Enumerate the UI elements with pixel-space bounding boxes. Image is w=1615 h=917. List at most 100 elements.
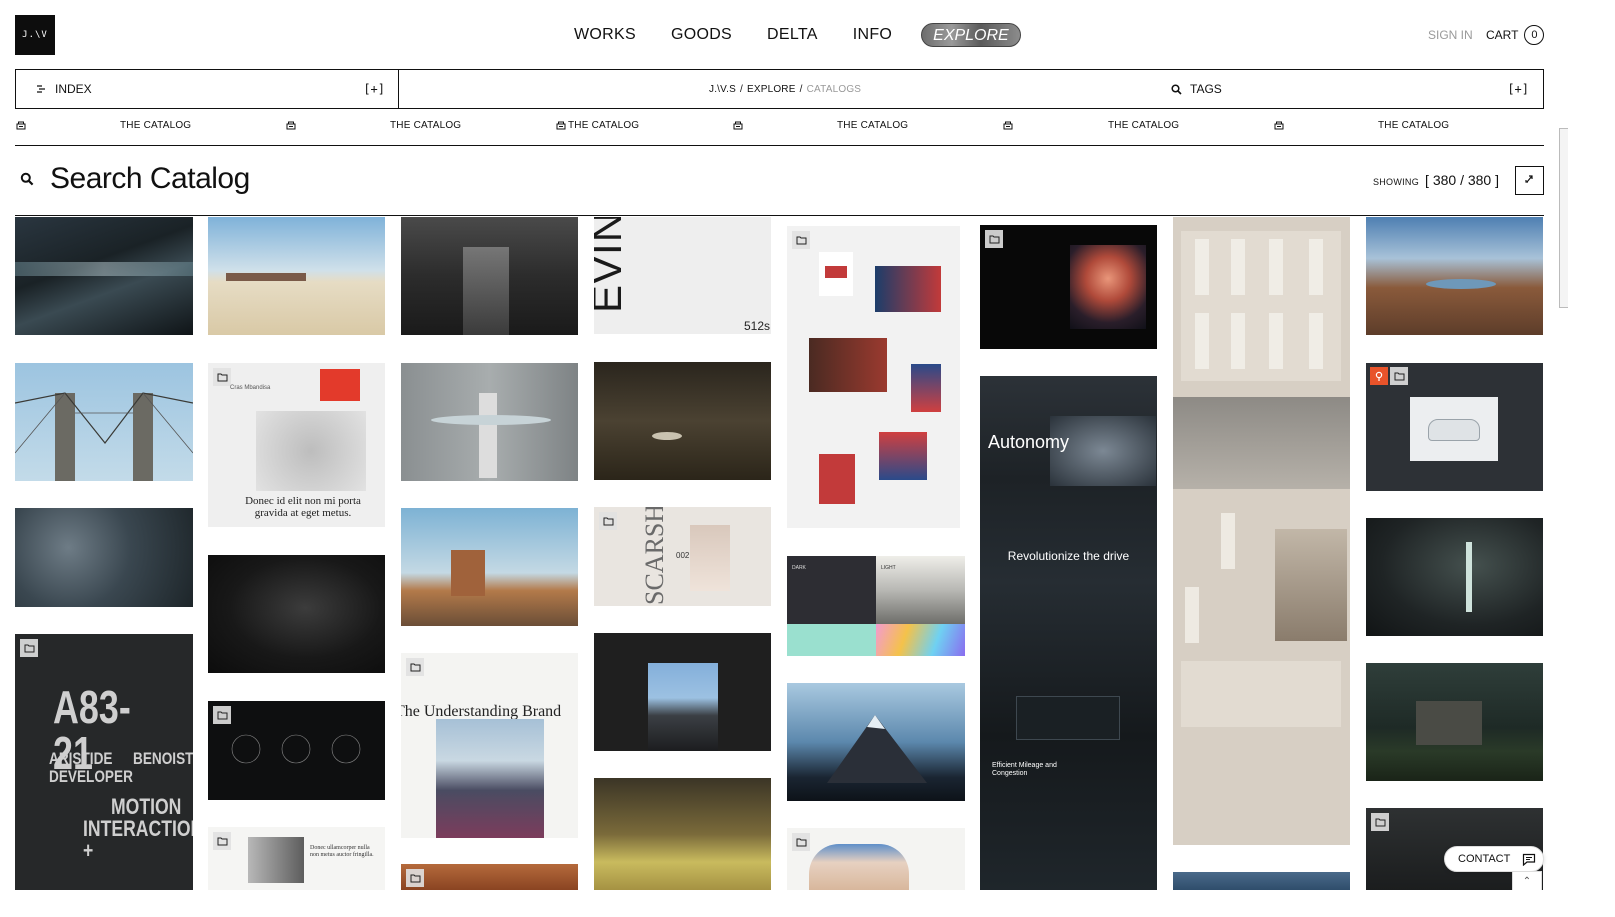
catalog-card[interactable]: EVINE 512s <box>594 217 771 334</box>
catalog-card[interactable] <box>15 363 193 481</box>
catalog-card[interactable] <box>401 363 578 481</box>
group-photo <box>1173 397 1350 489</box>
catalog-card[interactable] <box>15 508 193 607</box>
wave <box>652 432 682 440</box>
red-figure <box>320 369 360 401</box>
catalog-card[interactable] <box>787 226 960 528</box>
lake <box>1426 279 1496 289</box>
catalog-card[interactable]: A83-21 ARISTIDE BENOIST DEVELOPER MOTION… <box>15 634 193 890</box>
card-title: Autonomy <box>988 432 1070 452</box>
product-photo <box>819 454 855 504</box>
search-row: Search Catalog SHOWING [ 380 / 380 ] <box>15 160 1544 216</box>
index-expand-button[interactable]: [+] <box>363 82 385 96</box>
person <box>479 393 497 478</box>
card-caption: Efficient Mileage and Congestion <box>992 762 1057 777</box>
index-toggle[interactable]: INDEX [+] <box>16 70 399 108</box>
dashboard-screen <box>1016 696 1120 740</box>
catalog-icon <box>286 121 296 130</box>
card-heading: Revolutionize the drive <box>1007 549 1130 563</box>
product-photo <box>911 364 941 412</box>
catalog-card[interactable]: Cras Mbandisa Donec id elit non mi porta… <box>208 363 385 527</box>
catalog-card[interactable] <box>594 362 771 480</box>
swatch-label: LIGHT <box>881 565 896 571</box>
search-input[interactable]: Search Catalog <box>50 162 250 196</box>
tags-toggle[interactable]: TAGS [+] <box>1171 70 1543 108</box>
folder-icon <box>20 639 38 657</box>
catalog-card[interactable] <box>208 555 385 673</box>
showing-count: [ 380 / 380 ] <box>1425 172 1499 188</box>
nav-works[interactable]: WORKS <box>574 22 636 48</box>
train-light <box>15 262 193 276</box>
catalog-card[interactable] <box>208 701 385 800</box>
crumb-home[interactable]: J.\V.S <box>709 84 736 95</box>
lintel <box>648 633 718 663</box>
catalog-card[interactable] <box>1366 518 1543 636</box>
catalog-card[interactable] <box>1173 217 1350 845</box>
catalog-card[interactable] <box>401 864 578 890</box>
card-number: 512s <box>744 319 771 333</box>
catalog-card[interactable]: DARK LIGHT <box>787 556 965 656</box>
catalog-card[interactable]: The Understanding Brand <box>401 653 578 838</box>
contact-button[interactable]: CONTACT <box>1444 846 1544 872</box>
catalog-card[interactable] <box>594 778 771 890</box>
card-author: Cras Mbandisa <box>230 385 271 391</box>
crumb-explore[interactable]: EXPLORE <box>747 84 796 95</box>
catalog-card[interactable] <box>401 508 578 626</box>
card-title: Donec id elit non mi porta gravida at eg… <box>245 495 361 519</box>
logo[interactable]: J.\V <box>15 15 55 55</box>
catalog-card[interactable] <box>980 225 1157 349</box>
nav-explore[interactable]: EXPLORE <box>921 23 1021 47</box>
marquee-item[interactable]: THE CATALOG <box>568 120 639 131</box>
catalog-card[interactable] <box>1366 217 1543 335</box>
cart-button[interactable]: CART 0 <box>1486 25 1545 45</box>
catalog-card[interactable]: SCARSHO 002 <box>594 507 771 606</box>
marquee-item[interactable]: THE CATALOG <box>1108 120 1179 131</box>
scrollbar[interactable] <box>1559 128 1568 308</box>
shuffle-button[interactable] <box>1515 166 1544 195</box>
corridor <box>463 247 509 335</box>
surfboard <box>431 415 551 425</box>
catalog-card[interactable] <box>401 217 578 335</box>
scroll-top-button[interactable]: ⌃ <box>1512 871 1542 890</box>
geometric-stars <box>231 734 361 764</box>
folder-icon <box>1371 813 1389 831</box>
chat-icon <box>1522 853 1536 866</box>
tags-expand-button[interactable]: [+] <box>1507 82 1529 96</box>
folder-icon <box>985 230 1003 248</box>
catalog-card[interactable] <box>208 217 385 335</box>
nav-goods[interactable]: GOODS <box>671 22 732 48</box>
signin-link[interactable]: SIGN IN <box>1428 28 1473 42</box>
marquee-item[interactable]: THE CATALOG <box>120 120 191 131</box>
catalog-card[interactable] <box>1173 872 1350 890</box>
folder-icon <box>213 832 231 850</box>
catalog-card[interactable] <box>1366 663 1543 781</box>
breadcrumb: J.\V.S / EXPLORE / CATALOGS <box>399 70 1171 108</box>
mountain-illustration <box>827 715 927 783</box>
crumb-sep: / <box>799 83 803 95</box>
search-icon <box>1171 83 1182 95</box>
catalog-card[interactable]: Donec ullamcorper nulla non metus auctor… <box>208 827 385 890</box>
marquee-item[interactable]: THE CATALOG <box>390 120 461 131</box>
model-figure <box>1221 513 1235 569</box>
lookbook-grid <box>1181 231 1341 381</box>
nav-delta[interactable]: DELTA <box>767 22 818 48</box>
marquee-item[interactable]: THE CATALOG <box>1378 120 1449 131</box>
catalog-card[interactable]: Autonomy Revolutionize the drive Efficie… <box>980 376 1157 890</box>
coats-photo <box>1275 529 1347 641</box>
poster-line: DEVELOPER <box>49 767 133 786</box>
marquee-item[interactable]: THE CATALOG <box>837 120 908 131</box>
door-light <box>1466 542 1472 612</box>
pin-icon <box>1370 367 1388 385</box>
catalog-card[interactable] <box>594 633 771 751</box>
product-photo <box>875 266 941 312</box>
catalog-card[interactable] <box>787 828 965 890</box>
train <box>226 273 306 281</box>
result-count: SHOWING [ 380 / 380 ] <box>1373 172 1499 188</box>
ruin <box>1416 701 1482 745</box>
showing-label: SHOWING <box>1372 177 1420 187</box>
nav-info[interactable]: INFO <box>853 22 892 48</box>
catalog-card[interactable] <box>15 217 193 335</box>
catalog-card[interactable] <box>787 683 965 801</box>
catalog-grid: A83-21 ARISTIDE BENOIST DEVELOPER MOTION… <box>0 217 1568 890</box>
catalog-card[interactable] <box>1366 363 1543 491</box>
